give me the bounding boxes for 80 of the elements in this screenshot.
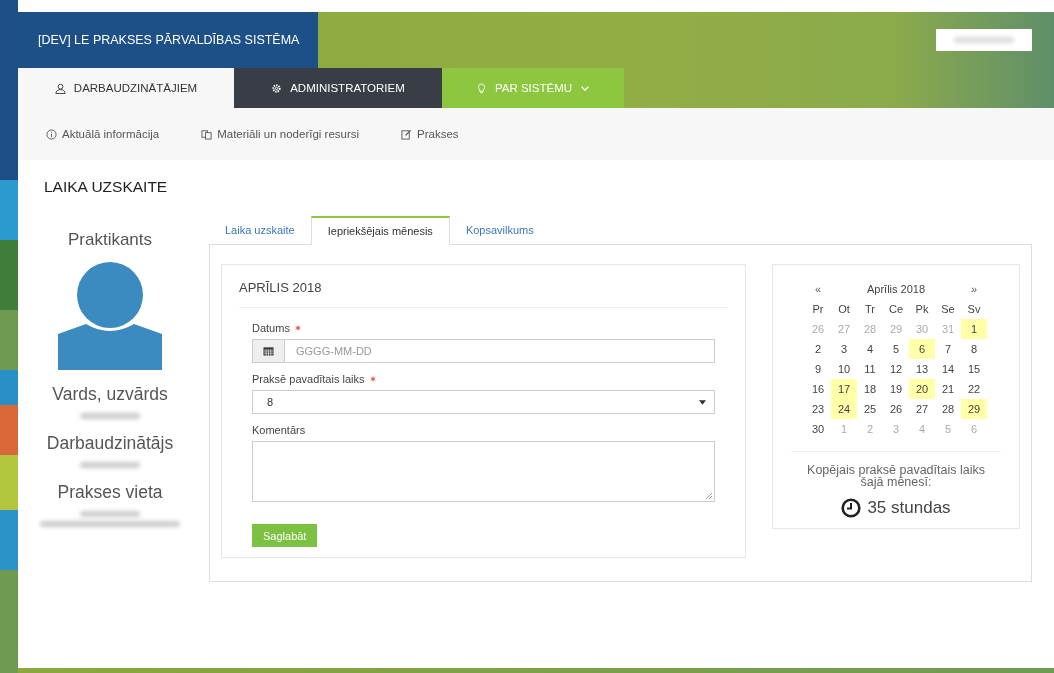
comment-field[interactable]	[252, 441, 715, 502]
calendar-day[interactable]: 5	[883, 339, 909, 359]
next-month-button[interactable]: »	[961, 283, 987, 295]
redacted-text	[80, 462, 140, 468]
field-label: Praksē pavadītais laiks	[252, 373, 365, 385]
month-title[interactable]: Aprīlis 2018	[831, 283, 961, 295]
redacted-text	[80, 413, 140, 419]
weekday-label: Pk	[914, 303, 930, 315]
edit-icon	[401, 128, 413, 140]
copy-icon	[201, 128, 213, 140]
avatar-icon	[58, 262, 162, 370]
calendar-day[interactable]: 11	[857, 359, 883, 379]
calendar-day[interactable]: 14	[935, 359, 961, 379]
calendar-day[interactable]: 20	[909, 379, 935, 399]
calendar-day[interactable]: 22	[961, 379, 987, 399]
form-title: APRĪLIS 2018	[239, 280, 728, 308]
weekday-label: Sv	[966, 303, 982, 315]
tab[interactable]: Kopsavilkums	[449, 216, 550, 245]
calendar-day[interactable]: 24	[831, 399, 857, 419]
calendar-day[interactable]: 29	[961, 399, 987, 419]
calendar-button[interactable]	[252, 339, 285, 363]
calendar-day[interactable]: 26	[883, 399, 909, 419]
calendar-day[interactable]: 6	[909, 339, 935, 359]
sub-nav-link[interactable]: Aktuālā informācija	[46, 128, 160, 140]
nav-tab[interactable]: DARBAUDZINĀTĀJIEM	[18, 68, 234, 108]
calendar-day[interactable]: 8	[961, 339, 987, 359]
calendar-day[interactable]: 16	[805, 379, 831, 399]
calendar-icon	[263, 346, 274, 356]
profile-label: Darbaudzinātājs	[46, 433, 174, 454]
page-title: LAIKA UZSKAITE	[44, 178, 169, 196]
profile-label: Vards, uzvārds	[52, 384, 168, 405]
weekday-label: Tr	[864, 303, 876, 315]
user-icon	[54, 82, 66, 94]
calendar-day[interactable]: 21	[935, 379, 961, 399]
total-hours: 35 stundas	[867, 498, 951, 518]
calendar-day[interactable]: 25	[857, 399, 883, 419]
calendar-day[interactable]: 3	[831, 339, 857, 359]
calendar-day[interactable]: 23	[805, 399, 831, 419]
tab[interactable]: Laika uzskaite	[209, 216, 311, 245]
calendar-day[interactable]: 10	[831, 359, 857, 379]
date-field[interactable]: GGGG-MM-DD	[285, 339, 715, 363]
info-icon	[46, 128, 57, 140]
total-label: Kopējais praksē pavadītais laiks šajā mēnesī:	[806, 464, 986, 488]
nav-tab[interactable]: ADMINISTRATORIEM	[234, 68, 442, 108]
field-label: Komentārs	[252, 424, 306, 436]
redacted-text	[80, 511, 140, 517]
sub-nav-link[interactable]: Prakses	[401, 128, 459, 140]
calendar-day[interactable]: 27	[909, 399, 935, 419]
sub-nav-link[interactable]: Materiāli un noderīgi resursi	[201, 128, 360, 140]
calendar-day[interactable]: 4	[857, 339, 883, 359]
dropdown-icon	[699, 399, 706, 405]
calendar-day[interactable]: 19	[883, 379, 909, 399]
calendar-day[interactable]: 13	[909, 359, 935, 379]
calendar-day[interactable]: 15	[961, 359, 987, 379]
app-title: [DEV] LE PRAKSES PĀRVALDĪBAS SISTĒMA	[38, 33, 300, 47]
lightbulb-icon	[475, 82, 487, 94]
weekday-label: Ot	[837, 303, 851, 315]
field-label: Datums	[252, 322, 290, 334]
tab[interactable]: Iepriekšējais mēnesis	[310, 216, 450, 245]
weekday-label: Se	[940, 303, 956, 315]
clock-icon	[841, 498, 862, 518]
calendar-day[interactable]: 9	[805, 359, 831, 379]
required-icon	[369, 376, 376, 382]
calendar-day[interactable]: 30	[805, 419, 831, 439]
prev-month-button[interactable]: «	[805, 283, 831, 295]
calendar-day[interactable]: 1	[961, 319, 987, 339]
weekday-label: Pr	[811, 303, 825, 315]
profile-heading: Praktikants	[67, 230, 153, 250]
calendar-day[interactable]: 12	[883, 359, 909, 379]
settings-icon	[271, 82, 283, 94]
calendar-day[interactable]: 18	[857, 379, 883, 399]
calendar-day[interactable]: 28	[935, 399, 961, 419]
calendar-day[interactable]: 2	[805, 339, 831, 359]
calendar-day[interactable]: 17	[831, 379, 857, 399]
calendar-day[interactable]: 7	[935, 339, 961, 359]
profile-label: Prakses vieta	[57, 482, 163, 503]
resize-handle-icon[interactable]	[705, 492, 713, 500]
required-icon	[294, 325, 301, 331]
weekday-label: Ce	[887, 303, 905, 315]
time-select[interactable]: 8	[252, 390, 715, 414]
